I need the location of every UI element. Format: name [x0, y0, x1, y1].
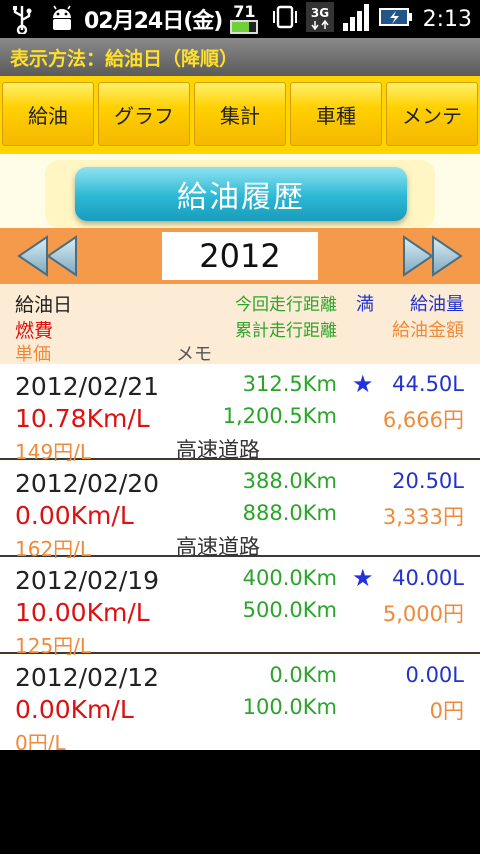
header-full: 満: [356, 294, 374, 315]
status-time: 2:13: [422, 6, 472, 32]
record-total-distance: 100.0Km: [242, 695, 337, 719]
list-header: 給油日 燃費 単価 メモ 今回走行距離 累計走行距離 満 給油量 給油金額: [0, 284, 480, 365]
header-memo: メモ: [176, 344, 212, 365]
battery-icon: 71: [226, 2, 262, 36]
header-unit-price: 単価: [15, 344, 51, 365]
record-date: 2012/02/21: [15, 372, 160, 401]
record-total-distance: 1,200.5Km: [222, 404, 337, 428]
record-efficiency: 10.00Km/L: [15, 598, 150, 627]
main-content: 給油履歴 2012 給油日 燃費 単価 メモ 今回走行距離 累計走行距離 満 給…: [0, 154, 480, 755]
record-cost: 0円: [429, 699, 464, 723]
record-volume: 40.00L: [392, 566, 464, 590]
header-date: 給油日: [15, 294, 73, 316]
usb-icon: [4, 3, 40, 35]
header-total-distance: 累計走行距離: [235, 321, 337, 341]
record-volume: 44.50L: [392, 372, 464, 396]
record-date: 2012/02/19: [15, 566, 160, 595]
record-efficiency: 0.00Km/L: [15, 695, 134, 724]
record-date: 2012/02/20: [15, 469, 160, 498]
empty-area: [0, 750, 480, 854]
tab-bar: 給油 グラフ 集計 車種 メンテ: [0, 76, 480, 154]
header-trip-distance: 今回走行距離: [235, 295, 337, 315]
signal-icon: [341, 1, 373, 37]
record-volume: 0.00L: [405, 663, 464, 687]
tab-fuel[interactable]: 給油: [2, 82, 94, 146]
tab-maintenance[interactable]: メンテ: [386, 82, 478, 146]
full-tank-star-icon: ★: [352, 564, 374, 592]
header-fuel-volume: 給油量: [410, 294, 464, 315]
status-bar: 02月24日(金) 71 3G 2:13: [0, 0, 480, 38]
record-cost: 5,000円: [382, 602, 464, 626]
year-display: 2012: [162, 232, 318, 280]
record-memo: 高速道路: [176, 438, 260, 462]
prev-year-button[interactable]: [14, 234, 80, 278]
sort-mode-title: 表示方法：給油日（降順）: [10, 47, 239, 70]
charging-battery-icon: [378, 2, 413, 36]
tab-summary[interactable]: 集計: [194, 82, 286, 146]
android-debug-icon: [44, 3, 80, 35]
table-row[interactable]: 2012/02/21 10.78Km/L 149円/L 高速道路 312.5Km…: [0, 364, 480, 464]
status-date: 02月24日(金): [84, 9, 223, 34]
tab-vehicle[interactable]: 車種: [290, 82, 382, 146]
record-total-distance: 500.0Km: [242, 598, 337, 622]
header-fuel-cost: 給油金額: [392, 320, 464, 341]
battery-level: 71: [233, 2, 256, 21]
vibrate-icon: [271, 2, 299, 36]
record-cost: 6,666円: [382, 408, 464, 432]
table-row[interactable]: 2012/02/19 10.00Km/L 125円/L 400.0Km 500.…: [0, 558, 480, 658]
status-right: 3G 2:13: [271, 0, 472, 38]
record-date: 2012/02/12: [15, 663, 160, 692]
record-trip-distance: 0.0Km: [269, 663, 337, 687]
table-row[interactable]: 2012/02/12 0.00Km/L 0円/L 0.0Km 100.0Km 0…: [0, 655, 480, 755]
record-memo: 高速道路: [176, 535, 260, 559]
record-efficiency: 0.00Km/L: [15, 501, 134, 530]
banner-frame: 給油履歴: [45, 160, 435, 228]
year-selector: 2012: [0, 228, 480, 284]
network-3g-icon: 3G: [305, 1, 335, 37]
record-trip-distance: 312.5Km: [242, 372, 337, 396]
record-trip-distance: 400.0Km: [242, 566, 337, 590]
record-cost: 3,333円: [382, 505, 464, 529]
record-volume: 20.50L: [392, 469, 464, 493]
network-label: 3G: [310, 6, 328, 20]
record-efficiency: 10.78Km/L: [15, 404, 150, 433]
title-bar: 表示方法：給油日（降順）: [0, 38, 480, 76]
table-row[interactable]: 2012/02/20 0.00Km/L 162円/L 高速道路 388.0Km …: [0, 461, 480, 561]
tab-graph[interactable]: グラフ: [98, 82, 190, 146]
next-year-button[interactable]: [400, 234, 466, 278]
record-trip-distance: 388.0Km: [242, 469, 337, 493]
page-title: 給油履歴: [75, 167, 407, 221]
record-total-distance: 888.0Km: [242, 501, 337, 525]
full-tank-star-icon: ★: [352, 370, 374, 398]
header-efficiency: 燃費: [15, 320, 54, 342]
